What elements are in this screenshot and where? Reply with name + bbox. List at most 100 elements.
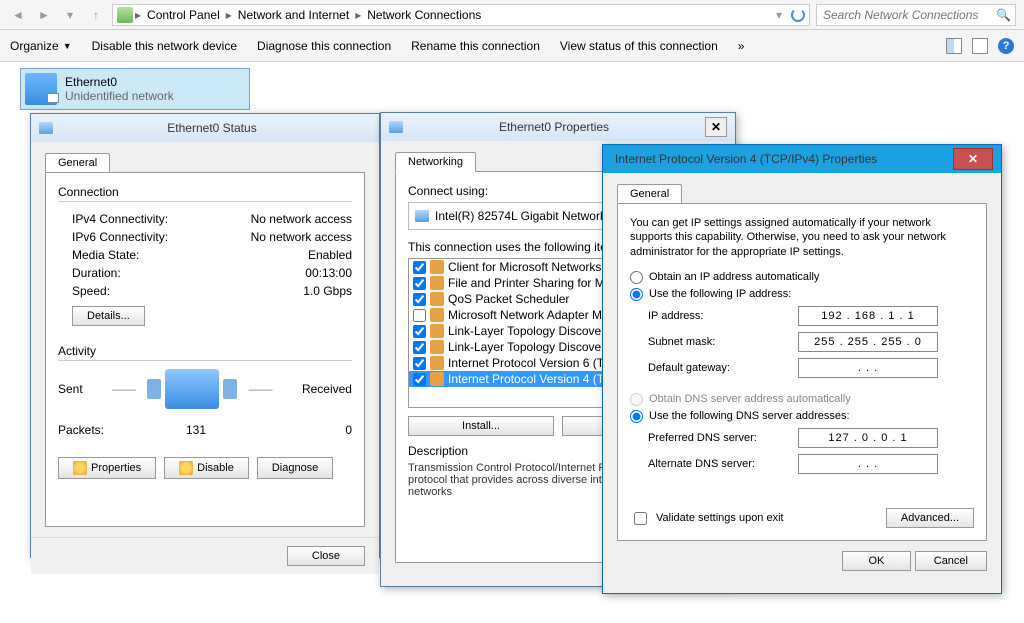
- adapter-status: Unidentified network: [65, 89, 174, 103]
- more-cmd[interactable]: »: [738, 39, 745, 53]
- search-icon[interactable]: 🔍: [996, 8, 1011, 22]
- radio-manual-ip[interactable]: [630, 288, 643, 301]
- radio-manual-dns[interactable]: [630, 410, 643, 423]
- preview-pane-icon[interactable]: [972, 38, 988, 54]
- network-icon: [39, 122, 53, 134]
- properties-title: Ethernet0 Properties: [403, 120, 705, 134]
- command-bar: Organize ▼ Disable this network device D…: [0, 30, 1024, 62]
- component-icon: [430, 276, 444, 290]
- disable-button[interactable]: Disable: [164, 457, 249, 479]
- item-checkbox[interactable]: [413, 261, 426, 274]
- advanced-button[interactable]: Advanced...: [886, 508, 974, 528]
- item-label: Microsoft Network Adapter Multipl: [448, 308, 627, 322]
- properties-button[interactable]: Properties: [58, 457, 156, 479]
- nav-up-icon[interactable]: ↑: [86, 5, 106, 25]
- radio-auto-ip[interactable]: [630, 271, 643, 284]
- item-label: Internet Protocol Version 4 (TCP/I: [448, 372, 627, 386]
- close-button[interactable]: Close: [287, 546, 365, 566]
- breadcrumb-dropdown-icon[interactable]: ▾: [769, 5, 789, 25]
- component-icon: [430, 324, 444, 338]
- tab-general[interactable]: General: [45, 153, 110, 173]
- component-icon: [430, 356, 444, 370]
- tcpip-dialog: Internet Protocol Version 4 (TCP/IPv4) P…: [602, 144, 1002, 594]
- item-checkbox[interactable]: [413, 309, 426, 322]
- item-label: QoS Packet Scheduler: [448, 292, 569, 306]
- duration-label: Duration:: [72, 266, 121, 280]
- item-checkbox[interactable]: [413, 357, 426, 370]
- breadcrumb-item[interactable]: Network and Internet: [234, 8, 353, 22]
- item-checkbox[interactable]: [413, 325, 426, 338]
- close-icon[interactable]: ✕: [705, 117, 727, 137]
- chevron-down-icon: ▼: [63, 41, 72, 51]
- network-icon: [389, 121, 403, 133]
- disable-device-cmd[interactable]: Disable this network device: [92, 39, 237, 53]
- speed-label: Speed:: [72, 284, 110, 298]
- help-icon[interactable]: ?: [998, 38, 1014, 54]
- search-box[interactable]: 🔍: [816, 4, 1016, 26]
- install-button[interactable]: Install...: [408, 416, 554, 436]
- packets-recv-value: 0: [345, 423, 352, 437]
- nic-icon: [415, 210, 429, 222]
- gateway-label: Default gateway:: [648, 362, 798, 374]
- ok-button[interactable]: OK: [842, 551, 912, 571]
- item-checkbox[interactable]: [413, 341, 426, 354]
- activity-group-label: Activity: [58, 344, 352, 361]
- properties-titlebar[interactable]: Ethernet0 Properties ✕: [381, 113, 735, 141]
- packets-sent-value: 131: [186, 423, 206, 437]
- ipv4-label: IPv4 Connectivity:: [72, 212, 168, 226]
- item-label: Client for Microsoft Networks: [448, 260, 601, 274]
- gateway-input[interactable]: . . .: [798, 358, 938, 378]
- status-titlebar[interactable]: Ethernet0 Status: [31, 114, 379, 142]
- pdns-input[interactable]: 127 . 0 . 0 . 1: [798, 428, 938, 448]
- component-icon: [430, 372, 444, 386]
- breadcrumb[interactable]: ▸ Control Panel ▸ Network and Internet ▸…: [112, 4, 810, 26]
- pdns-label: Preferred DNS server:: [648, 432, 798, 444]
- validate-checkbox[interactable]: [634, 512, 647, 525]
- close-icon[interactable]: ✕: [953, 148, 993, 170]
- status-title: Ethernet0 Status: [53, 121, 371, 135]
- cancel-button[interactable]: Cancel: [915, 551, 987, 571]
- ip-label: IP address:: [648, 310, 798, 322]
- breadcrumb-item[interactable]: Control Panel: [143, 8, 224, 22]
- activity-icon: [165, 369, 219, 409]
- breadcrumb-item[interactable]: Network Connections: [363, 8, 485, 22]
- folder-icon: [117, 7, 133, 23]
- component-icon: [430, 292, 444, 306]
- adapter-item[interactable]: Ethernet0 Unidentified network: [20, 68, 250, 110]
- network-adapter-icon: [25, 73, 57, 105]
- diagnose-button[interactable]: Diagnose: [257, 457, 333, 479]
- nav-back-icon[interactable]: ◄: [8, 5, 28, 25]
- tab-networking[interactable]: Networking: [395, 152, 476, 172]
- mask-label: Subnet mask:: [648, 336, 798, 348]
- details-button[interactable]: Details...: [72, 306, 145, 326]
- nav-recent-icon[interactable]: ▾: [60, 5, 80, 25]
- view-status-cmd[interactable]: View status of this connection: [560, 39, 718, 53]
- rename-cmd[interactable]: Rename this connection: [411, 39, 540, 53]
- refresh-icon[interactable]: [791, 8, 805, 22]
- ipv4-value: No network access: [251, 212, 352, 226]
- duration-value: 00:13:00: [305, 266, 352, 280]
- adapter-name: Ethernet0: [65, 75, 174, 89]
- sent-label: Sent: [58, 382, 83, 396]
- adns-input[interactable]: . . .: [798, 454, 938, 474]
- organize-menu[interactable]: Organize ▼: [10, 39, 72, 53]
- view-options-icon[interactable]: [946, 38, 962, 54]
- media-value: Enabled: [308, 248, 352, 262]
- diagnose-cmd[interactable]: Diagnose this connection: [257, 39, 391, 53]
- component-icon: [430, 308, 444, 322]
- tab-general[interactable]: General: [617, 184, 682, 204]
- component-icon: [430, 340, 444, 354]
- search-input[interactable]: [821, 7, 996, 23]
- nav-fwd-icon[interactable]: ►: [34, 5, 54, 25]
- speed-value: 1.0 Gbps: [303, 284, 352, 298]
- tcpip-titlebar[interactable]: Internet Protocol Version 4 (TCP/IPv4) P…: [603, 145, 1001, 173]
- media-label: Media State:: [72, 248, 139, 262]
- item-checkbox[interactable]: [413, 373, 426, 386]
- radio-auto-dns: [630, 393, 643, 406]
- component-icon: [430, 260, 444, 274]
- item-checkbox[interactable]: [413, 277, 426, 290]
- item-checkbox[interactable]: [413, 293, 426, 306]
- mask-input[interactable]: 255 . 255 . 255 . 0: [798, 332, 938, 352]
- ip-input[interactable]: 192 . 168 . 1 . 1: [798, 306, 938, 326]
- nav-toolbar: ◄ ► ▾ ↑ ▸ Control Panel ▸ Network and In…: [0, 0, 1024, 30]
